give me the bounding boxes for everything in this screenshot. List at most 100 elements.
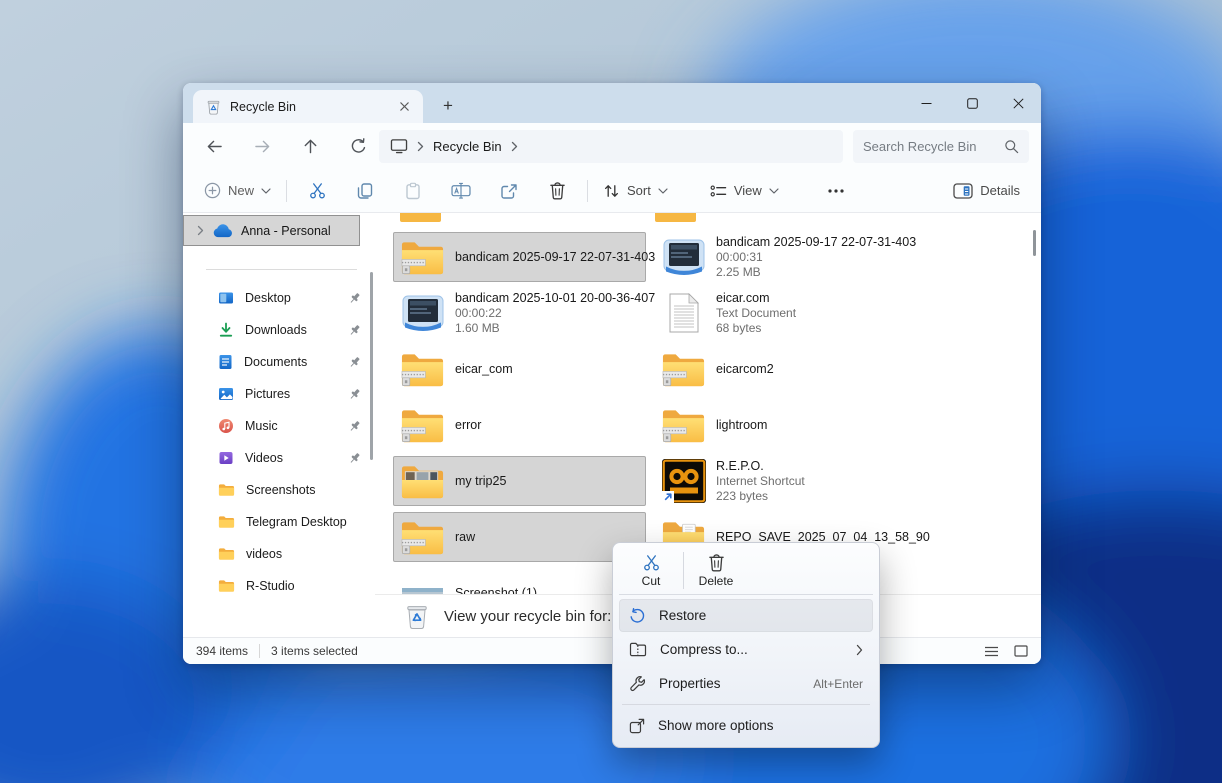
sidebar-scrollbar[interactable] (370, 272, 373, 460)
recycle-bin-icon (405, 603, 429, 630)
file-tile-eicar-com[interactable]: eicar_com (393, 344, 646, 394)
file-tile-r-e-p-o[interactable]: R.E.P.O.Internet Shortcut223 bytes (654, 456, 922, 506)
sidebar-item-videos[interactable]: Videos (183, 442, 375, 474)
more-options-button[interactable] (812, 174, 860, 208)
context-item-compress-to[interactable]: Compress to... (619, 633, 873, 666)
maximize-button[interactable] (949, 83, 995, 123)
folder-icon (218, 483, 235, 497)
file-tile-eicar-com[interactable]: eicar.comText Document68 bytes (654, 288, 922, 338)
sidebar-item-desktop[interactable]: Desktop (183, 282, 375, 314)
view-button[interactable]: View (701, 174, 788, 208)
pin-icon (348, 388, 361, 401)
banner-text: View your recycle bin for: (444, 608, 611, 625)
sidebar-item-telegram-desktop[interactable]: Telegram Desktop (183, 506, 375, 538)
sidebar-item-r-studio[interactable]: R-Studio (183, 570, 375, 602)
zip-folder-icon (399, 518, 446, 556)
clipped-folder-icon (400, 213, 441, 222)
up-button[interactable] (293, 130, 327, 162)
context-item-show-more-options[interactable]: Show more options (619, 709, 873, 742)
paste-button[interactable] (389, 174, 437, 208)
sidebar-item-documents[interactable]: Documents (183, 346, 375, 378)
context-delete-button[interactable]: Delete (684, 547, 748, 594)
tab-recycle-bin[interactable]: Recycle Bin (193, 90, 423, 123)
divider (206, 269, 357, 270)
folder-icon (218, 547, 235, 561)
file-tile-bandicam-2025-09-17-22-07-31-403[interactable]: bandicam 2025-09-17 22-07-31-403 (393, 232, 646, 282)
forward-button[interactable] (245, 130, 279, 162)
thumbnail-view-toggle[interactable] (1014, 645, 1028, 657)
new-tab-button[interactable]: + (435, 93, 461, 119)
chevron-down-icon (769, 188, 779, 194)
zip-folder-icon (660, 406, 707, 444)
context-item-restore[interactable]: Restore (619, 599, 873, 632)
sidebar-item-music[interactable]: Music (183, 410, 375, 442)
sidebar-item-downloads[interactable]: Downloads (183, 314, 375, 346)
file-tile-error[interactable]: error (393, 400, 646, 450)
pin-icon (348, 356, 361, 369)
sidebar-item-screenshots[interactable]: Screenshots (183, 474, 375, 506)
zip-folder-icon (399, 238, 446, 276)
selected-count: 3 items selected (271, 644, 358, 658)
file-tile-bandicam-2025-10-01-20-00-36-407[interactable]: bandicam 2025-10-01 20-00-36-40700:00:22… (393, 288, 646, 338)
pin-icon (348, 420, 361, 433)
documents-icon (218, 354, 233, 370)
share-button[interactable] (485, 174, 533, 208)
breadcrumb-segment[interactable]: Recycle Bin (433, 139, 502, 154)
plus-circle-icon (204, 182, 221, 199)
sidebar-item-onedrive[interactable]: Anna - Personal (183, 215, 360, 246)
new-button[interactable]: New (195, 174, 280, 208)
search-icon (1004, 139, 1019, 154)
view-list-icon (710, 184, 727, 198)
file-tile-lightroom[interactable]: lightroom (654, 400, 922, 450)
tab-close-icon[interactable] (395, 98, 413, 116)
breadcrumb[interactable]: Recycle Bin (379, 130, 843, 163)
file-tile-eicarcom2[interactable]: eicarcom2 (654, 344, 922, 394)
video-icon (660, 238, 707, 276)
text-doc-icon (660, 292, 707, 334)
clipped-folder-icon (655, 213, 696, 222)
chevron-right-icon (511, 141, 518, 152)
photo-folder-icon (399, 462, 446, 500)
details-view-toggle[interactable] (984, 646, 999, 657)
sidebar-item-videos[interactable]: videos (183, 538, 375, 570)
recycle-bin-icon (206, 99, 221, 115)
shortcut-hint: Alt+Enter (813, 677, 863, 691)
zip-folder-icon (399, 350, 446, 388)
address-bar: Recycle Bin (183, 123, 1041, 169)
context-cut-button[interactable]: Cut (619, 547, 683, 594)
close-button[interactable] (995, 83, 1041, 123)
minimize-button[interactable] (903, 83, 949, 123)
cut-button[interactable] (293, 174, 341, 208)
back-button[interactable] (197, 130, 231, 162)
folder-icon (218, 515, 235, 529)
pin-icon (348, 452, 361, 465)
chevron-down-icon (658, 188, 668, 194)
pin-icon (348, 292, 361, 305)
details-pane-button[interactable]: Details (944, 174, 1029, 208)
desktop-icon (218, 290, 234, 306)
file-scrollbar[interactable] (1033, 230, 1036, 256)
refresh-button[interactable] (341, 130, 375, 162)
sort-button[interactable]: Sort (594, 174, 677, 208)
context-menu: CutDelete RestoreCompress to...Propertie… (612, 542, 880, 748)
sidebar-item-pictures[interactable]: Pictures (183, 378, 375, 410)
copy-button[interactable] (341, 174, 389, 208)
tab-strip: Recycle Bin + (183, 83, 1041, 123)
file-tile-bandicam-2025-09-17-22-07-31-403[interactable]: bandicam 2025-09-17 22-07-31-40300:00:31… (654, 232, 922, 282)
divider (259, 644, 260, 658)
file-tile-raw[interactable]: raw (393, 512, 646, 562)
rename-button[interactable] (437, 174, 485, 208)
chevron-down-icon (261, 188, 271, 194)
delete-button[interactable] (533, 174, 581, 208)
search-input[interactable] (863, 139, 1004, 154)
zip-folder-icon (660, 350, 707, 388)
context-item-properties[interactable]: PropertiesAlt+Enter (619, 667, 873, 700)
tab-title: Recycle Bin (230, 100, 296, 114)
file-tile-my-trip25[interactable]: my trip25 (393, 456, 646, 506)
window-controls (903, 83, 1041, 123)
shortcut-icon (660, 459, 707, 503)
search-box[interactable] (853, 130, 1029, 163)
downloads-icon (218, 322, 234, 338)
onedrive-cloud-icon (213, 224, 232, 238)
details-pane-icon (953, 183, 973, 199)
